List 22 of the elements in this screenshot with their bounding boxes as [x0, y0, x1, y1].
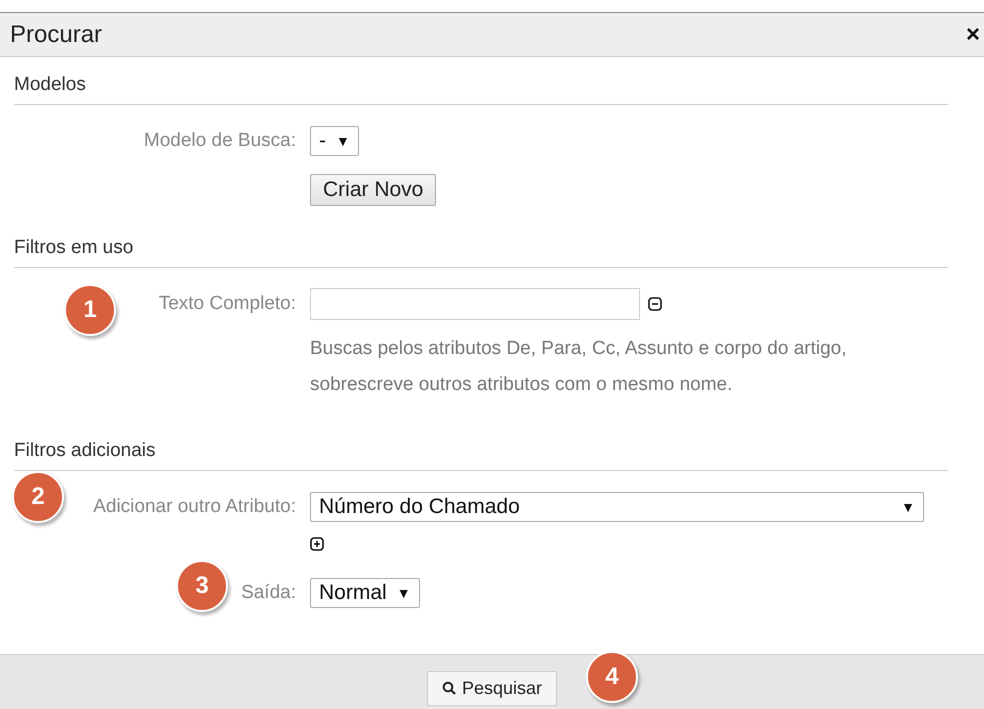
section-heading: Filtros em uso [14, 238, 948, 268]
field-label: Modelo de Busca: [144, 130, 296, 152]
minus-icon[interactable] [648, 297, 662, 311]
field-label: Texto Completo: [158, 293, 296, 315]
field-label: Adicionar outro Atributo: [93, 496, 296, 518]
field-label: Saída: [241, 582, 296, 604]
dropdown[interactable]: Número do Chamado ▼ [310, 492, 924, 522]
callout-badge: 1 [64, 284, 116, 336]
callout-badge: 2 [12, 471, 64, 523]
dropdown[interactable]: Normal ▼ [310, 578, 420, 608]
search-icon [442, 681, 456, 695]
create-button[interactable]: Criar Novo [310, 174, 436, 206]
dropdown[interactable]: - ▼ [310, 126, 359, 156]
section-heading: Filtros adicionais [14, 441, 948, 471]
callout-badge: 3 [176, 560, 228, 612]
search-button[interactable]: Pesquisar [426, 670, 558, 706]
plus-icon[interactable] [310, 537, 324, 551]
text-field[interactable] [310, 288, 640, 320]
close-button[interactable]: × [966, 20, 980, 48]
help-text: Buscas pelos atributos De, Para, Cc, Assunto e corpo do artigo, sobrescreve outros atributos com o mesmo nome. [310, 337, 848, 397]
dialog-title: Procurar [10, 20, 102, 48]
section-heading: Modelos [14, 75, 948, 105]
